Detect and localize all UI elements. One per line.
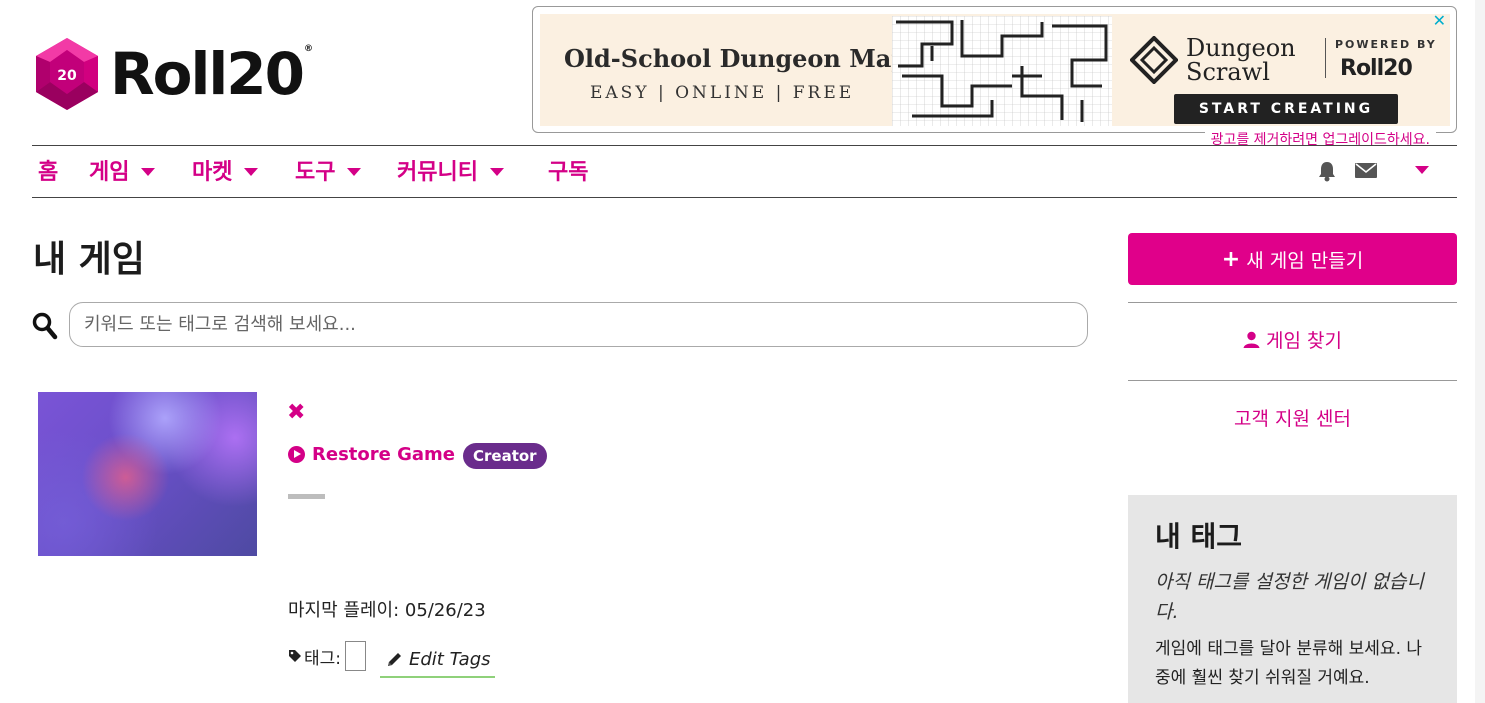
roll20-logo[interactable]: 20 Roll20® [32,36,313,112]
play-circle-icon [288,446,305,463]
pencil-icon [388,653,401,666]
creator-badge: Creator [463,443,547,469]
ad-start-creating-button[interactable]: START CREATING [1174,94,1398,124]
nav-item-subscribe[interactable]: 구독 [548,154,588,186]
envelope-icon[interactable] [1355,163,1377,178]
ad-divider [1325,38,1326,78]
tag-input-box[interactable] [345,641,367,671]
chevron-down-icon [244,168,259,176]
page-title: 내 게임 [33,239,145,280]
nav-item-community[interactable]: 커뮤니티 [397,154,504,186]
create-new-game-button[interactable]: + 새 게임 만들기 [1128,233,1457,285]
my-tags-panel: 내 태그 아직 태그를 설정한 게임이 없습니다. 게임에 태그를 달아 분류해… [1128,495,1457,703]
restore-game-button[interactable]: Restore Game [288,444,455,465]
chevron-down-icon [489,168,504,176]
ad-powered-by: POWERED BY [1335,38,1437,51]
ad-roll20-brand: Roll20 [1340,56,1413,81]
d20-icon: 20 [36,38,98,110]
dungeon-map-image [892,16,1112,126]
search-input[interactable] [69,302,1088,347]
last-played-date: 마지막 플레이: 05/26/23 [288,600,486,621]
game-thumbnail[interactable] [38,392,257,556]
ad-banner[interactable]: Old-School Dungeon Maps EASY | ONLINE | … [532,6,1457,149]
user-icon [1243,331,1260,348]
chevron-down-icon [141,168,156,176]
ad-content[interactable]: Old-School Dungeon Maps EASY | ONLINE | … [540,14,1450,126]
game-title-placeholder-bar [288,494,325,499]
edit-tags-button[interactable]: Edit Tags [380,649,495,678]
bell-icon[interactable] [1317,160,1337,182]
tag-icon [289,650,301,662]
ad-close-icon[interactable]: ✕ [1433,11,1446,30]
dungeonscrawl-logo-icon [1130,36,1178,84]
search-icon [32,312,58,340]
my-tags-title: 내 태그 [1155,520,1243,553]
svg-text:20: 20 [57,68,77,84]
support-center-link[interactable]: 고객 지원 센터 [1128,404,1457,431]
ad-brand: Dungeon Scrawl POWERED BY Roll20 START C… [1130,32,1440,124]
page-scrollbar[interactable] [1475,0,1485,703]
nav-item-games[interactable]: 게임 [89,154,156,186]
chevron-down-icon [347,168,362,176]
my-tags-empty-message: 아직 태그를 설정한 게임이 없습니다. [1155,571,1424,623]
sidebar-divider [1128,302,1457,303]
find-game-link[interactable]: 게임 찾기 [1128,326,1457,353]
game-tags-row: 태그: [288,641,367,671]
main-nav: 홈 게임 마켓 도구 커뮤니티 구독 [32,145,1457,198]
ad-tagline: EASY | ONLINE | FREE [590,83,855,103]
logo-wordmark: Roll20® [110,40,313,108]
account-chevron-down-icon[interactable] [1415,166,1429,174]
ad-brand-name: Dungeon Scrawl [1186,34,1296,86]
sidebar-divider [1128,380,1457,381]
page: 20 Roll20® Old-School Dungeon Maps EASY … [0,0,1475,703]
nav-item-home[interactable]: 홈 [38,154,58,186]
my-tags-help-text: 게임에 태그를 달아 분류해 보세요. 나중에 훨씬 찾기 쉬워질 거예요. [1155,639,1423,688]
delete-game-icon[interactable]: ✖ [287,400,305,425]
ad-headline: Old-School Dungeon Maps [564,44,922,73]
nav-item-tools[interactable]: 도구 [295,154,362,186]
nav-item-marketplace[interactable]: 마켓 [192,154,259,186]
